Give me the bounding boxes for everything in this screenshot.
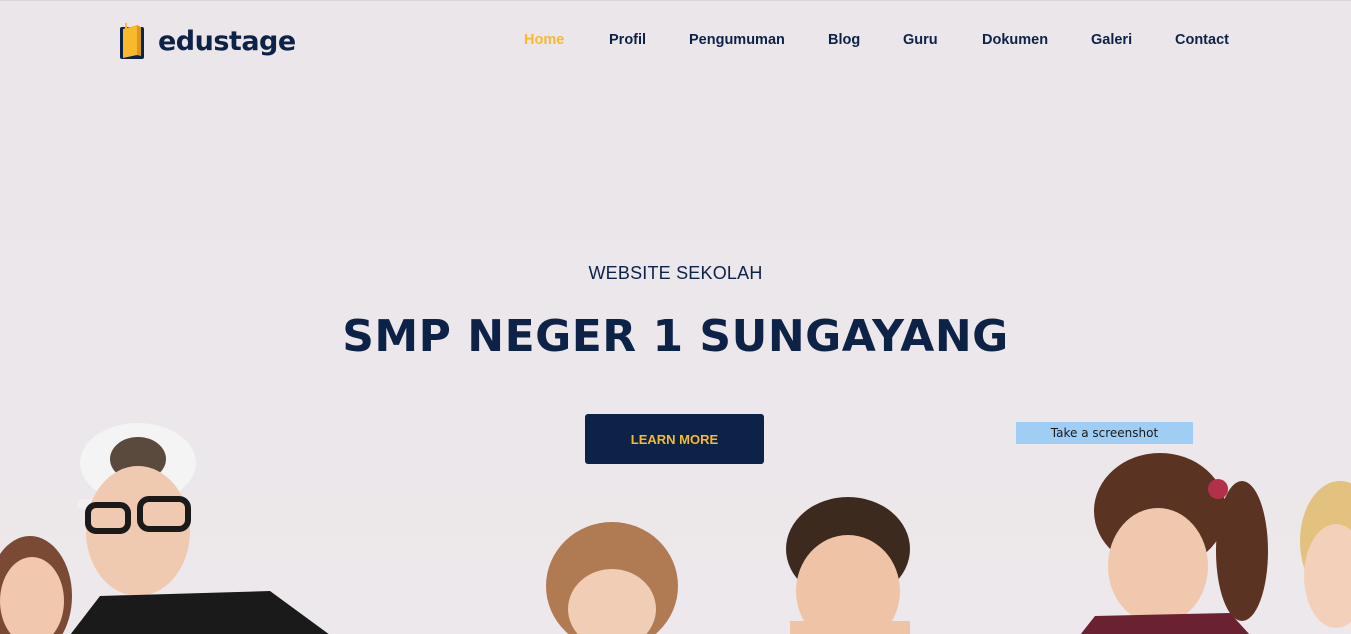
nav-item-profil[interactable]: Profil [609,32,646,48]
student-boy-middle [786,497,910,634]
nav-item-contact[interactable]: Contact [1175,32,1229,48]
student-girl-ponytail [1080,453,1268,634]
nav-item-dokumen[interactable]: Dokumen [982,32,1048,48]
student-boy-cap [70,423,329,634]
student-girl-left [0,536,72,634]
nav-item-blog[interactable]: Blog [828,32,860,48]
screenshot-tooltip: Take a screenshot [1016,422,1193,444]
main-nav: Home Profil Pengumuman Blog Guru Dokumen… [0,32,1351,52]
nav-item-galeri[interactable]: Galeri [1091,32,1132,48]
site-header: edustage Home Profil Pengumuman Blog Gur… [0,1,1351,81]
hero-title: SMP NEGER 1 SUNGAYANG [342,311,1009,362]
hero-subtitle: WEBSITE SEKOLAH [588,263,763,283]
learn-more-button[interactable]: LEARN MORE [585,414,764,464]
student-girl-middle [546,522,678,634]
nav-item-pengumuman[interactable]: Pengumuman [689,32,785,48]
nav-item-home[interactable]: Home [524,32,564,48]
student-girl-right [1300,481,1351,628]
nav-item-guru[interactable]: Guru [903,32,938,48]
